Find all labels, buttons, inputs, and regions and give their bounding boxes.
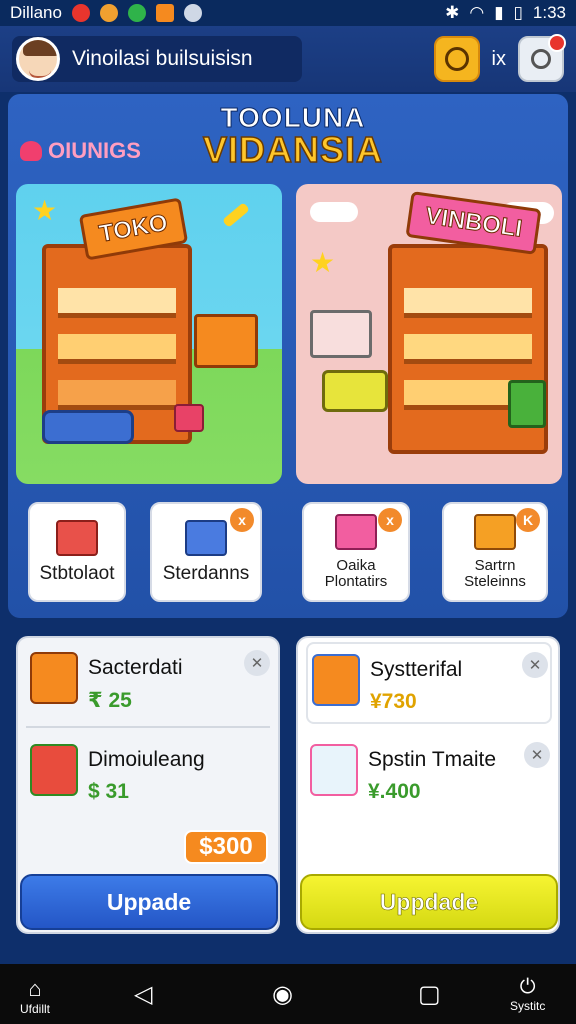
close-icon[interactable]: ✕ <box>522 652 548 678</box>
star-icon: ★ <box>32 195 58 226</box>
upgrade-item[interactable]: Sacterdati ₹ 25 ✕ <box>26 642 272 724</box>
store-card-vinboli[interactable]: ★ VINBOLI <box>296 184 562 484</box>
bluetooth-icon: ✱ <box>445 3 460 22</box>
heart-icon <box>20 141 42 161</box>
puzzle-icon <box>335 514 377 551</box>
total-price-badge: $300 <box>184 830 268 864</box>
upgrade-card-left: Sacterdati ₹ 25 ✕ Dimoiuleang $ 31 $300 … <box>16 636 280 934</box>
nav-home[interactable]: ⌂ Ufdillt <box>20 976 50 1016</box>
basket-icon <box>30 652 78 704</box>
back-icon: ◁ <box>134 981 153 1008</box>
tile-label: Stbtolaot <box>39 563 115 585</box>
upgrade-item[interactable]: Spstin Tmaite ¥.400 ✕ <box>306 734 552 816</box>
profile-name: Vinoilasi builsuisisn <box>72 47 253 70</box>
profile-pill[interactable]: Vinoilasi builsuisisn <box>12 36 302 82</box>
header-x-label[interactable]: ix <box>492 48 506 71</box>
brand-title-line1: TOOLUNA <box>220 102 366 133</box>
side-tag[interactable]: OIUNIGS <box>20 138 141 164</box>
upgrade-button[interactable]: Uppade <box>20 874 278 930</box>
star-icon: ★ <box>310 247 336 278</box>
upgrade-item-name: Spstin Tmaite <box>368 748 496 771</box>
brand-title: TOOLUNA VIDANSIA <box>202 102 384 170</box>
avatar[interactable] <box>16 37 60 81</box>
crate-illustration <box>194 314 258 368</box>
nav-system[interactable]: ⏻ Systitc <box>510 976 545 1013</box>
power-icon: ⏻ <box>519 976 536 998</box>
notification-button[interactable] <box>518 34 566 82</box>
fruit-basket-icon <box>30 744 78 796</box>
app-header: Vinoilasi builsuisisn ix <box>0 26 576 92</box>
upgrade-item-name: Systterifal <box>370 658 463 681</box>
brand-title-line2: VIDANSIA <box>202 129 384 170</box>
close-icon[interactable]: K <box>516 508 540 532</box>
upgrade-item-price: ₹ 25 <box>88 689 132 712</box>
nav-recents[interactable]: ▢ <box>418 980 441 1009</box>
status-bar: Dillano ✱ ◠ ▮ ▯ 1:33 <box>0 0 576 26</box>
coin-button[interactable] <box>433 36 480 82</box>
app-icon <box>127 4 146 22</box>
cloud-illustration <box>310 202 358 222</box>
tile-label: Sterdanns <box>162 563 250 585</box>
signal-icon: ▮ <box>494 3 504 22</box>
circle-icon: ◉ <box>272 981 293 1008</box>
upgrade-card-right: Systterifal ¥730 ✕ Spstin Tmaite ¥.400 ✕… <box>296 636 560 934</box>
shopping-cart-icon <box>310 310 372 358</box>
clock: 1:33 <box>532 3 566 22</box>
shelf-row <box>58 334 176 364</box>
app-icon <box>183 4 202 22</box>
upgrade-item-price: ¥.400 <box>368 780 421 803</box>
truck-illustration <box>322 370 388 412</box>
bin-illustration <box>508 380 546 428</box>
home-icon: ⌂ <box>28 976 42 1001</box>
nav-back[interactable]: ◁ <box>134 980 152 1009</box>
feature-tile[interactable]: Stbtolaot <box>28 502 126 602</box>
battery-icon: ▯ <box>513 3 523 22</box>
feature-tile[interactable]: Sterdanns x <box>150 502 262 602</box>
nav-home-button[interactable]: ◉ <box>272 980 293 1009</box>
box-illustration <box>174 404 204 432</box>
feature-tile[interactable]: Sartrn Steleinns K <box>442 502 548 602</box>
divider <box>26 726 270 728</box>
shelf-row <box>58 288 176 318</box>
upgrade-item[interactable]: Dimoiuleang $ 31 <box>26 734 272 816</box>
tile-label: Sartrn Steleinns <box>464 557 526 590</box>
fridge-icon <box>310 744 358 796</box>
upgrade-item-name: Sacterdati <box>88 656 183 679</box>
feature-tile[interactable]: Oaika Plontatirs x <box>302 502 410 602</box>
upgrade-item-price: ¥730 <box>370 690 417 713</box>
cart-illustration <box>42 410 134 444</box>
key-illustration <box>222 202 250 228</box>
store-card-toko[interactable]: ★ TOKO <box>16 184 282 484</box>
shelf-row <box>404 334 532 364</box>
recents-icon: ▢ <box>418 981 441 1008</box>
close-icon[interactable]: x <box>378 508 402 532</box>
notification-icon <box>71 4 90 22</box>
app-icon <box>99 4 118 22</box>
shelf-row <box>58 380 176 410</box>
tile-label: Oaika Plontatirs <box>324 557 388 590</box>
package-icon <box>474 514 516 551</box>
app-icon <box>155 4 174 22</box>
upgrade-item[interactable]: Systterifal ¥730 ✕ <box>306 642 552 724</box>
close-icon[interactable]: ✕ <box>244 650 270 676</box>
close-icon[interactable]: x <box>230 508 254 532</box>
upgrade-button[interactable]: Uppdade <box>300 874 558 930</box>
store-banner-panel: OIUNIGS TOOLUNA VIDANSIA ★ TOKO ★ VINBOL… <box>8 94 568 618</box>
bell-icon <box>531 49 551 69</box>
shelf-row <box>404 288 532 318</box>
wrench-icon <box>56 520 98 557</box>
bottom-nav: ⌂ Ufdillt ◁ ◉ ▢ ⏻ Systitc <box>0 964 576 1024</box>
upgrade-item-price: $ 31 <box>88 780 129 803</box>
close-icon[interactable]: ✕ <box>524 742 550 768</box>
upgrade-item-name: Dimoiuleang <box>88 748 205 771</box>
carrier-label: Dillano <box>10 3 62 22</box>
wifi-icon: ◠ <box>469 3 485 22</box>
coin-icon <box>444 47 469 71</box>
nav-system-label: Systitc <box>510 999 546 1013</box>
monitor-icon <box>185 520 227 557</box>
shelf-icon <box>312 654 360 706</box>
nav-home-label: Ufdillt <box>20 1002 51 1016</box>
side-tag-label: OIUNIGS <box>48 138 141 163</box>
